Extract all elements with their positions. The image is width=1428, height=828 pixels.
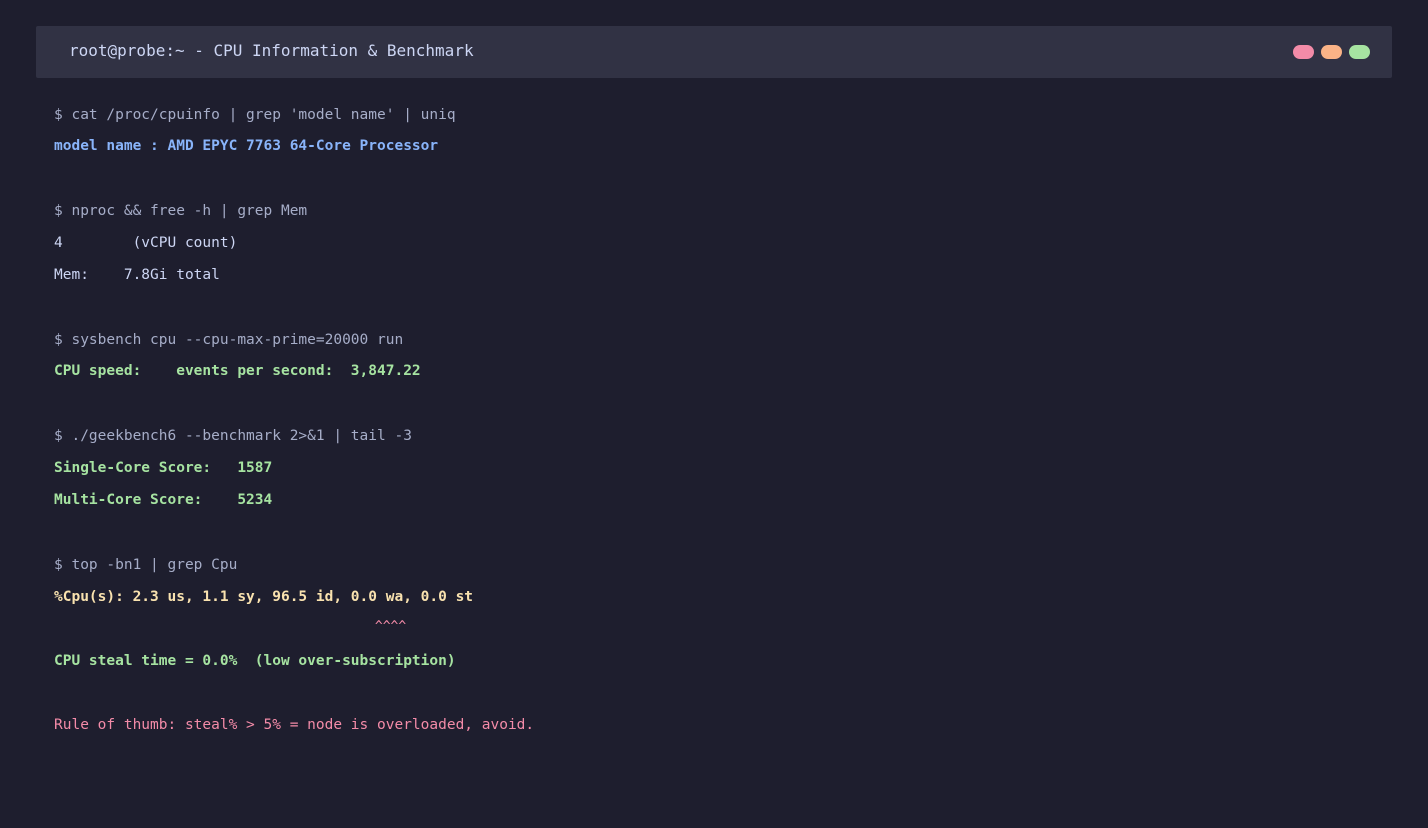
command-geekbench: $ ./geekbench6 --benchmark 2>&1 | tail -… [54, 428, 412, 444]
output-steal-marker: ^^^^ [54, 619, 407, 634]
output-steal-time: CPU steal time = 0.0% (low over-subscrip… [54, 653, 456, 669]
output-cpu-stats: %Cpu(s): 2.3 us, 1.1 sy, 96.5 id, 0.0 wa… [54, 589, 474, 605]
output-model-name: model name : AMD EPYC 7763 64-Core Proce… [54, 138, 439, 154]
output-cpu-speed: CPU speed: events per second: 3,847.22 [54, 363, 421, 379]
window-title: root@probe:~ - CPU Information & Benchma… [69, 41, 474, 60]
window-controls [1293, 45, 1370, 59]
output-memory: Mem: 7.8Gi total [54, 267, 220, 283]
command-top: $ top -bn1 | grep Cpu [54, 557, 238, 573]
command-sysbench: $ sysbench cpu --cpu-max-prime=20000 run [54, 332, 404, 348]
output-multi-core-score: Multi-Core Score: 5234 [54, 492, 273, 508]
terminal-output: $ cat /proc/cpuinfo | grep 'model name' … [54, 106, 1354, 733]
close-dot-icon[interactable] [1293, 45, 1314, 59]
output-single-core-score: Single-Core Score: 1587 [54, 460, 273, 476]
output-rule-of-thumb: Rule of thumb: steal% > 5% = node is ove… [54, 717, 535, 733]
command-nproc: $ nproc && free -h | grep Mem [54, 203, 308, 219]
output-vcpu-count: 4 (vCPU count) [54, 235, 238, 251]
command-cpuinfo: $ cat /proc/cpuinfo | grep 'model name' … [54, 107, 456, 123]
maximize-dot-icon[interactable] [1349, 45, 1370, 59]
terminal-title-bar: root@probe:~ - CPU Information & Benchma… [36, 26, 1392, 78]
minimize-dot-icon[interactable] [1321, 45, 1342, 59]
